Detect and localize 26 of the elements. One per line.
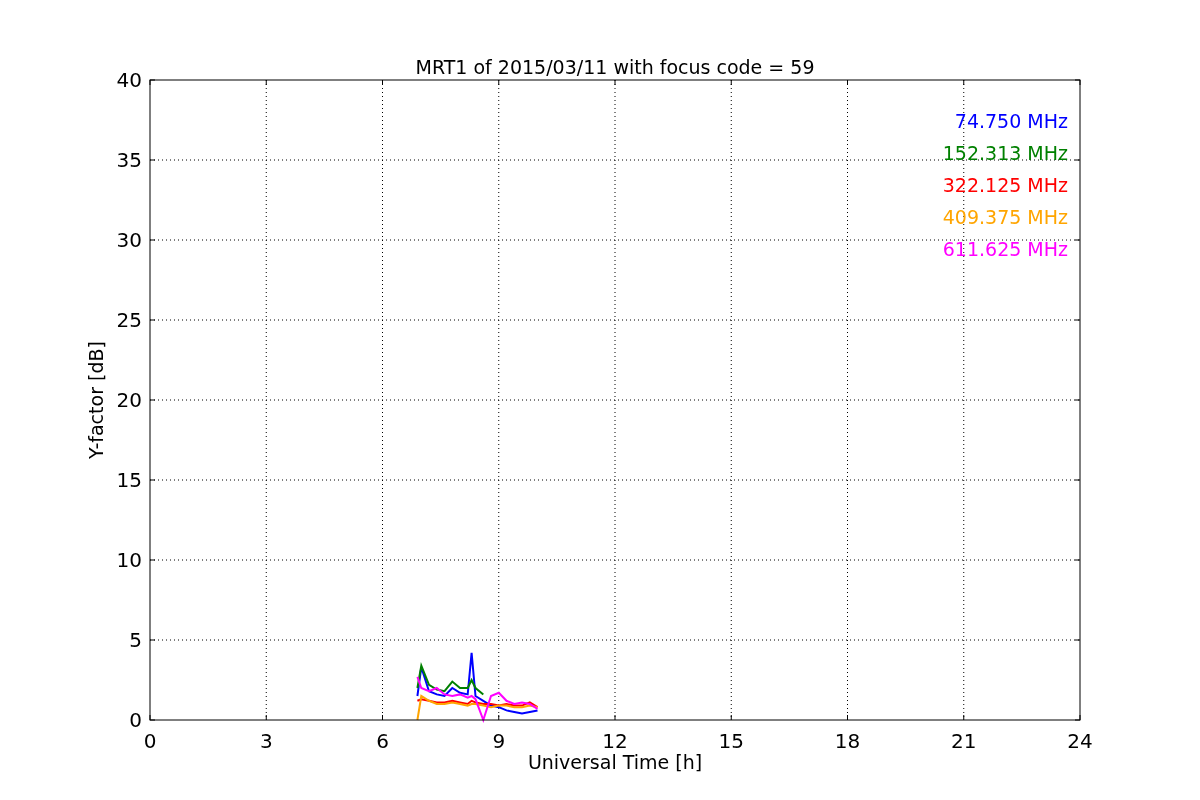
- x-tick-label: 9: [492, 729, 506, 753]
- chart-title: MRT1 of 2015/03/11 with focus code = 59: [415, 56, 815, 78]
- y-tick-label: 10: [116, 548, 142, 572]
- y-axis-label: Y-factor [dB]: [85, 341, 107, 459]
- x-tick-label: 21: [951, 729, 977, 753]
- legend-label: 322.125 MHz: [942, 174, 1068, 196]
- y-tick-label: 40: [116, 68, 142, 92]
- y-tick-label: 20: [116, 388, 142, 412]
- legend-label: 152.313 MHz: [942, 142, 1068, 164]
- x-tick-label: 3: [259, 729, 273, 753]
- legend-label: 74.750 MHz: [954, 110, 1068, 132]
- legend-label: 409.375 MHz: [942, 206, 1068, 228]
- x-tick-label: 12: [602, 729, 628, 753]
- y-tick-label: 30: [116, 228, 142, 252]
- legend-label: 611.625 MHz: [942, 238, 1068, 260]
- x-tick-label: 6: [376, 729, 389, 753]
- y-tick-label: 5: [129, 628, 142, 652]
- y-tick-label: 35: [116, 148, 142, 172]
- y-tick-label: 0: [129, 708, 142, 732]
- x-axis-label: Universal Time [h]: [527, 751, 703, 773]
- x-tick-label: 0: [143, 729, 157, 753]
- x-tick-label: 24: [1067, 729, 1093, 753]
- x-tick-label: 15: [718, 729, 744, 753]
- y-tick-label: 15: [116, 468, 142, 492]
- x-tick-label: 18: [834, 729, 861, 753]
- y-tick-label: 25: [116, 308, 142, 332]
